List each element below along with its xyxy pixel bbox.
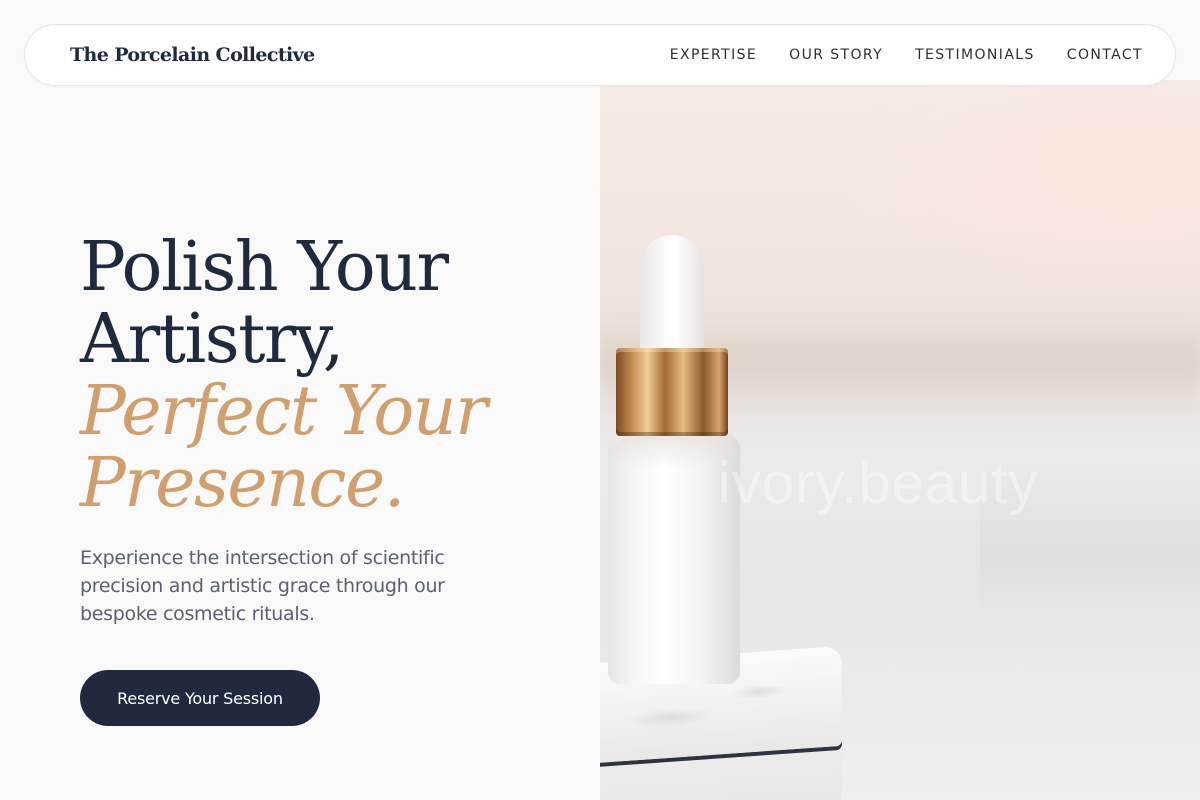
hero-accent-line-1: Perfect Your — [80, 372, 488, 451]
nav-link-expertise[interactable]: EXPERTISE — [670, 47, 757, 63]
hero-copy: Polish Your Artistry, Perfect Your Prese… — [80, 232, 580, 628]
brand-logo[interactable]: The Porcelain Collective — [70, 44, 315, 66]
gold-dropper-collar — [616, 348, 728, 436]
nav-link-testimonials[interactable]: TESTIMONIALS — [915, 47, 1035, 63]
hero-image: ivory.beauty — [600, 80, 1200, 800]
image-watermark: ivory.beauty — [718, 451, 1039, 516]
hero-title-line-1: Polish Your — [80, 228, 449, 307]
reserve-session-button[interactable]: Reserve Your Session — [80, 670, 320, 726]
navbar: The Porcelain Collective EXPERTISE OUR S… — [24, 24, 1176, 86]
hero-title: Polish Your Artistry, Perfect Your Prese… — [80, 232, 580, 520]
dropper-bulb — [640, 235, 704, 365]
hero-description: Experience the intersection of scientifi… — [80, 547, 445, 625]
nav-link-contact[interactable]: CONTACT — [1067, 47, 1143, 63]
hero-title-line-2: Artistry, — [80, 300, 344, 379]
hero-accent-line-2: Presence. — [80, 444, 405, 523]
nav-links: EXPERTISE OUR STORY TESTIMONIALS CONTACT — [670, 47, 1143, 63]
nav-link-our-story[interactable]: OUR STORY — [789, 47, 883, 63]
